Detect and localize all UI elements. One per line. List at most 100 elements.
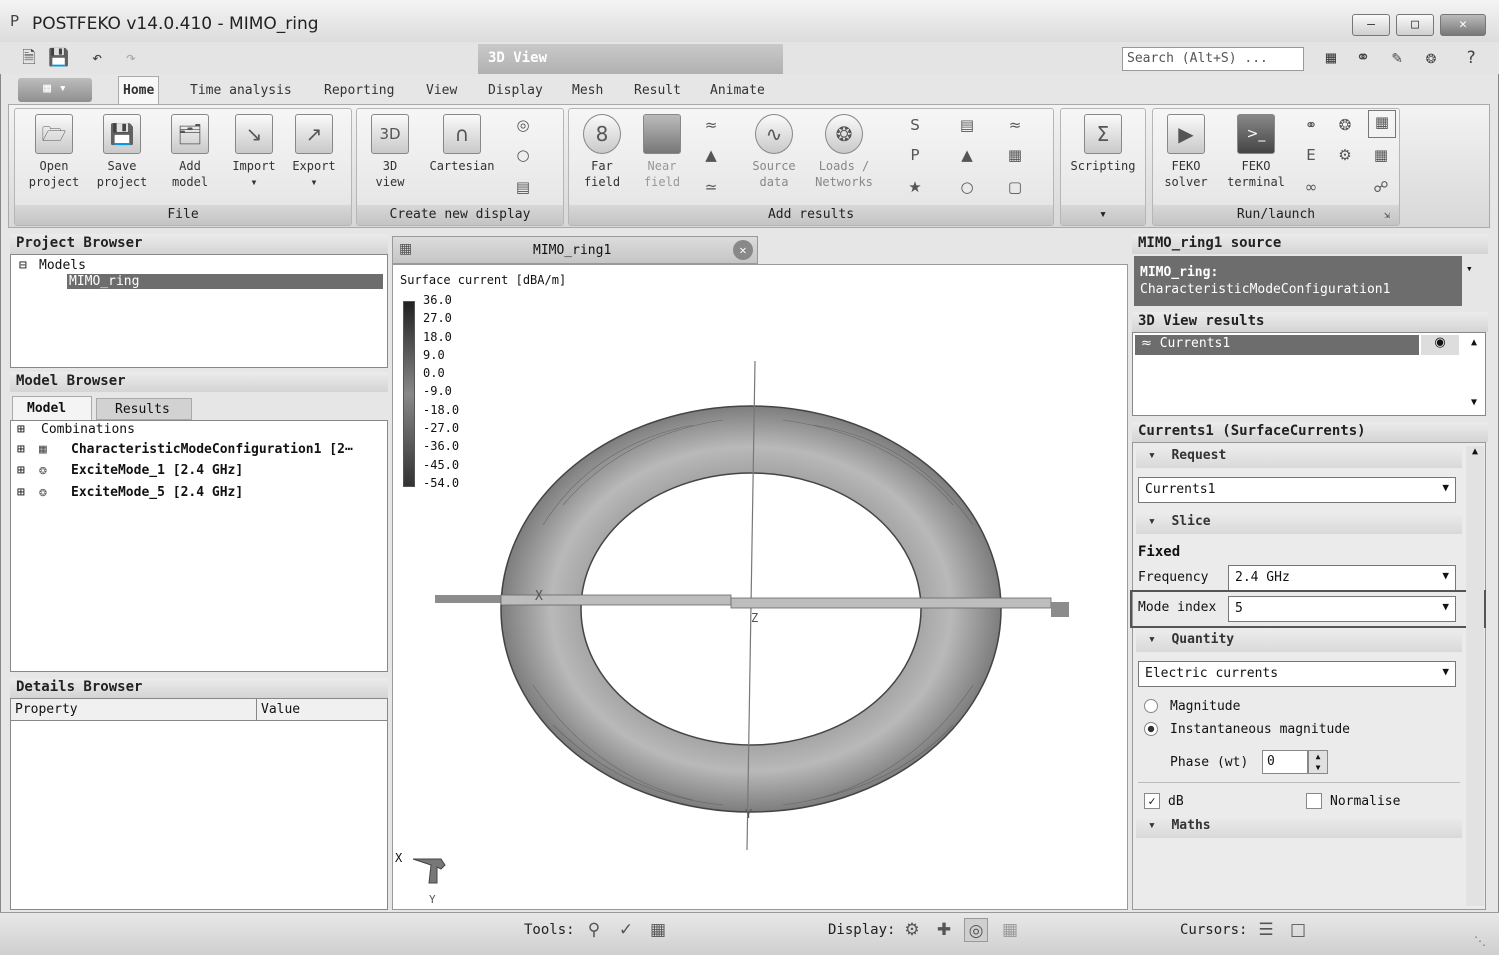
tab-animate[interactable]: Animate [706, 80, 769, 104]
magnitude-radio[interactable] [1144, 699, 1158, 713]
tab-mesh[interactable]: Mesh [568, 80, 607, 104]
tree-item-excite-mode-1[interactable]: ExciteMode_1 [2.4 GHz] [71, 463, 243, 478]
error-estimate-icon[interactable]: ▢ [1004, 176, 1026, 198]
tree-expand-icon[interactable]: ⊞ [17, 463, 25, 478]
scripting-button[interactable]: Σ Scripting [1064, 114, 1142, 174]
cable-icon[interactable]: ≈ [1004, 114, 1026, 136]
power-icon[interactable]: P [904, 144, 926, 166]
tab-display[interactable]: Display [484, 80, 547, 104]
cadfeko-icon[interactable]: ⚭ [1352, 47, 1374, 69]
tree-item-excite-mode-5[interactable]: ExciteMode_5 [2.4 GHz] [71, 485, 243, 500]
transmission-icon[interactable]: ○ [956, 176, 978, 198]
frequency-dropdown[interactable]: 2.4 GHz ▼ [1228, 565, 1456, 591]
scroll-up-icon[interactable]: ▲ [1471, 337, 1477, 348]
far-field-button[interactable]: 8 Far field [572, 114, 632, 190]
smith-icon[interactable]: ○ [512, 144, 534, 166]
grid-display-icon[interactable]: ◎ [964, 918, 988, 942]
source-data-button[interactable]: ∿ Source data [744, 114, 804, 190]
sar-icon[interactable]: ★ [904, 176, 926, 198]
mesh-icon[interactable]: ▲ [700, 144, 722, 166]
request-dropdown[interactable]: Currents1 ▼ [1138, 477, 1456, 503]
close-window-button[interactable]: ✕ [1440, 14, 1486, 36]
zoom-tool-icon[interactable]: ⚲ [582, 918, 606, 942]
tree-item-models[interactable]: Models [39, 258, 86, 273]
restore-button[interactable]: □ [1396, 14, 1434, 36]
open-project-button[interactable]: 🗁 Open project [24, 114, 84, 190]
tab-result[interactable]: Result [630, 80, 685, 104]
search-input[interactable]: Search (Alt+S) ... [1122, 47, 1304, 71]
cartesian-button[interactable]: ∩ Cartesian [424, 114, 500, 174]
receiving-antenna-icon[interactable]: ▤ [956, 114, 978, 136]
scroll-down-icon[interactable]: ▼ [1471, 397, 1477, 408]
mesh-display-icon[interactable]: ▦ [998, 918, 1022, 942]
feko-terminal-button[interactable]: >_ FEKO terminal [1226, 114, 1286, 190]
tab-reporting[interactable]: Reporting [320, 80, 398, 104]
mode-index-dropdown[interactable]: 5 ▼ [1228, 596, 1456, 622]
tab-model[interactable]: Model [12, 396, 92, 420]
axes-display-icon[interactable]: ✚ [932, 918, 956, 942]
grid-icon[interactable]: ▦ [1004, 144, 1026, 166]
currents-icon[interactable]: ≈ [700, 114, 722, 136]
tab-time-analysis[interactable]: Time analysis [186, 80, 296, 104]
dialog-launcher-icon[interactable]: ⇲ [1384, 210, 1390, 221]
view-tab[interactable]: ▦ MIMO_ring1 ✕ [392, 236, 758, 264]
save-icon[interactable]: 💾 [48, 47, 70, 69]
phase-spinner[interactable]: ▲ ▼ [1308, 750, 1328, 774]
tab-home[interactable]: Home [118, 76, 160, 105]
sparam-icon[interactable]: S [904, 114, 926, 136]
export-button[interactable]: ↗ Export ▾ [284, 114, 344, 190]
tree-expand-icon[interactable]: ⊞ [17, 485, 25, 500]
tree-expand-icon[interactable]: ⊞ [17, 442, 25, 457]
redo-icon[interactable]: ↷ [120, 47, 142, 69]
application-menu-button[interactable]: ▦ ▾ [18, 78, 92, 102]
cursor-tooltip-icon[interactable]: □ [1286, 918, 1310, 942]
component-launch-icon[interactable]: ❂ [1334, 114, 1356, 136]
feko-solver-button[interactable]: ▶ FEKO solver [1156, 114, 1216, 190]
column-header-value[interactable]: Value [257, 699, 387, 721]
pick-tool-icon[interactable]: ✓ [614, 918, 638, 942]
tree-item-characteristic-mode-config[interactable]: CharacteristicModeConfiguration1 [2⋯ [71, 442, 353, 457]
antenna-icon[interactable]: ▲ [956, 144, 978, 166]
normalise-checkbox[interactable] [1306, 793, 1322, 809]
cadfeko-launch-icon[interactable]: ⚭ [1300, 114, 1322, 136]
request-section-header[interactable]: ▾ Request [1136, 446, 1462, 468]
import-button[interactable]: ↘ Import ▾ [224, 114, 284, 190]
quantity-section-header[interactable]: ▾ Quantity [1136, 630, 1462, 652]
new-file-icon[interactable]: 🗎 [18, 47, 40, 69]
model-tree-icon[interactable]: ▦ [1370, 144, 1392, 166]
undo-icon[interactable]: ↶ [86, 47, 108, 69]
visibility-eye-icon[interactable]: ◉ [1421, 335, 1459, 355]
measure-tool-icon[interactable]: ▦ [646, 918, 670, 942]
launcher-grid-icon[interactable]: ▦ [1368, 110, 1396, 138]
resize-grip-icon[interactable]: ⋱ [1474, 934, 1486, 948]
near-field-button[interactable]: Near field [632, 114, 692, 190]
tree-item-mimo-ring[interactable]: MIMO_ring [67, 274, 383, 289]
tree-collapse-icon[interactable]: ⊟ [19, 258, 27, 273]
maths-section-header[interactable]: ▾ Maths [1136, 816, 1462, 838]
tab-view[interactable]: View [422, 80, 461, 104]
launcher-icon[interactable]: ❂ [1420, 47, 1442, 69]
3d-view-button[interactable]: 3D 3D view [360, 114, 420, 190]
link-icon[interactable]: ☍ [1370, 176, 1392, 198]
loads-networks-button[interactable]: ❂ Loads / Networks [808, 114, 880, 190]
db-checkbox[interactable]: ✓ [1144, 793, 1160, 809]
scroll-up-icon[interactable]: ▲ [1466, 446, 1484, 457]
help-icon[interactable]: ? [1460, 47, 1482, 69]
optfeko-icon[interactable]: ∞ [1300, 176, 1322, 198]
editfeko-launch-icon[interactable]: E [1300, 144, 1322, 166]
phase-input[interactable]: 0 [1262, 750, 1308, 774]
add-model-button[interactable]: 🗂 Add model [160, 114, 220, 190]
display-settings-icon[interactable]: ⚙ [900, 918, 924, 942]
tree-item-combinations[interactable]: Combinations [41, 422, 135, 437]
wire-icon[interactable]: ≃ [700, 176, 722, 198]
layout-icon[interactable]: ▦ [1320, 47, 1342, 69]
table-view-icon[interactable]: ▤ [512, 176, 534, 198]
3d-view-canvas[interactable]: Surface current [dBA/m] 36.0 27.0 18.0 9.0 0… [392, 264, 1128, 910]
result-item-currents1[interactable]: ≈ Currents1 [1135, 335, 1419, 355]
instantaneous-magnitude-radio[interactable] [1144, 722, 1158, 736]
slice-section-header[interactable]: ▾ Slice [1136, 512, 1462, 534]
source-selector[interactable]: MIMO_ring: CharacteristicModeConfigurati… [1134, 256, 1462, 306]
save-project-button[interactable]: 💾 Save project [92, 114, 152, 190]
properties-scrollbar[interactable]: ▲ [1466, 446, 1484, 906]
editfeko-icon[interactable]: ✎ [1386, 47, 1408, 69]
